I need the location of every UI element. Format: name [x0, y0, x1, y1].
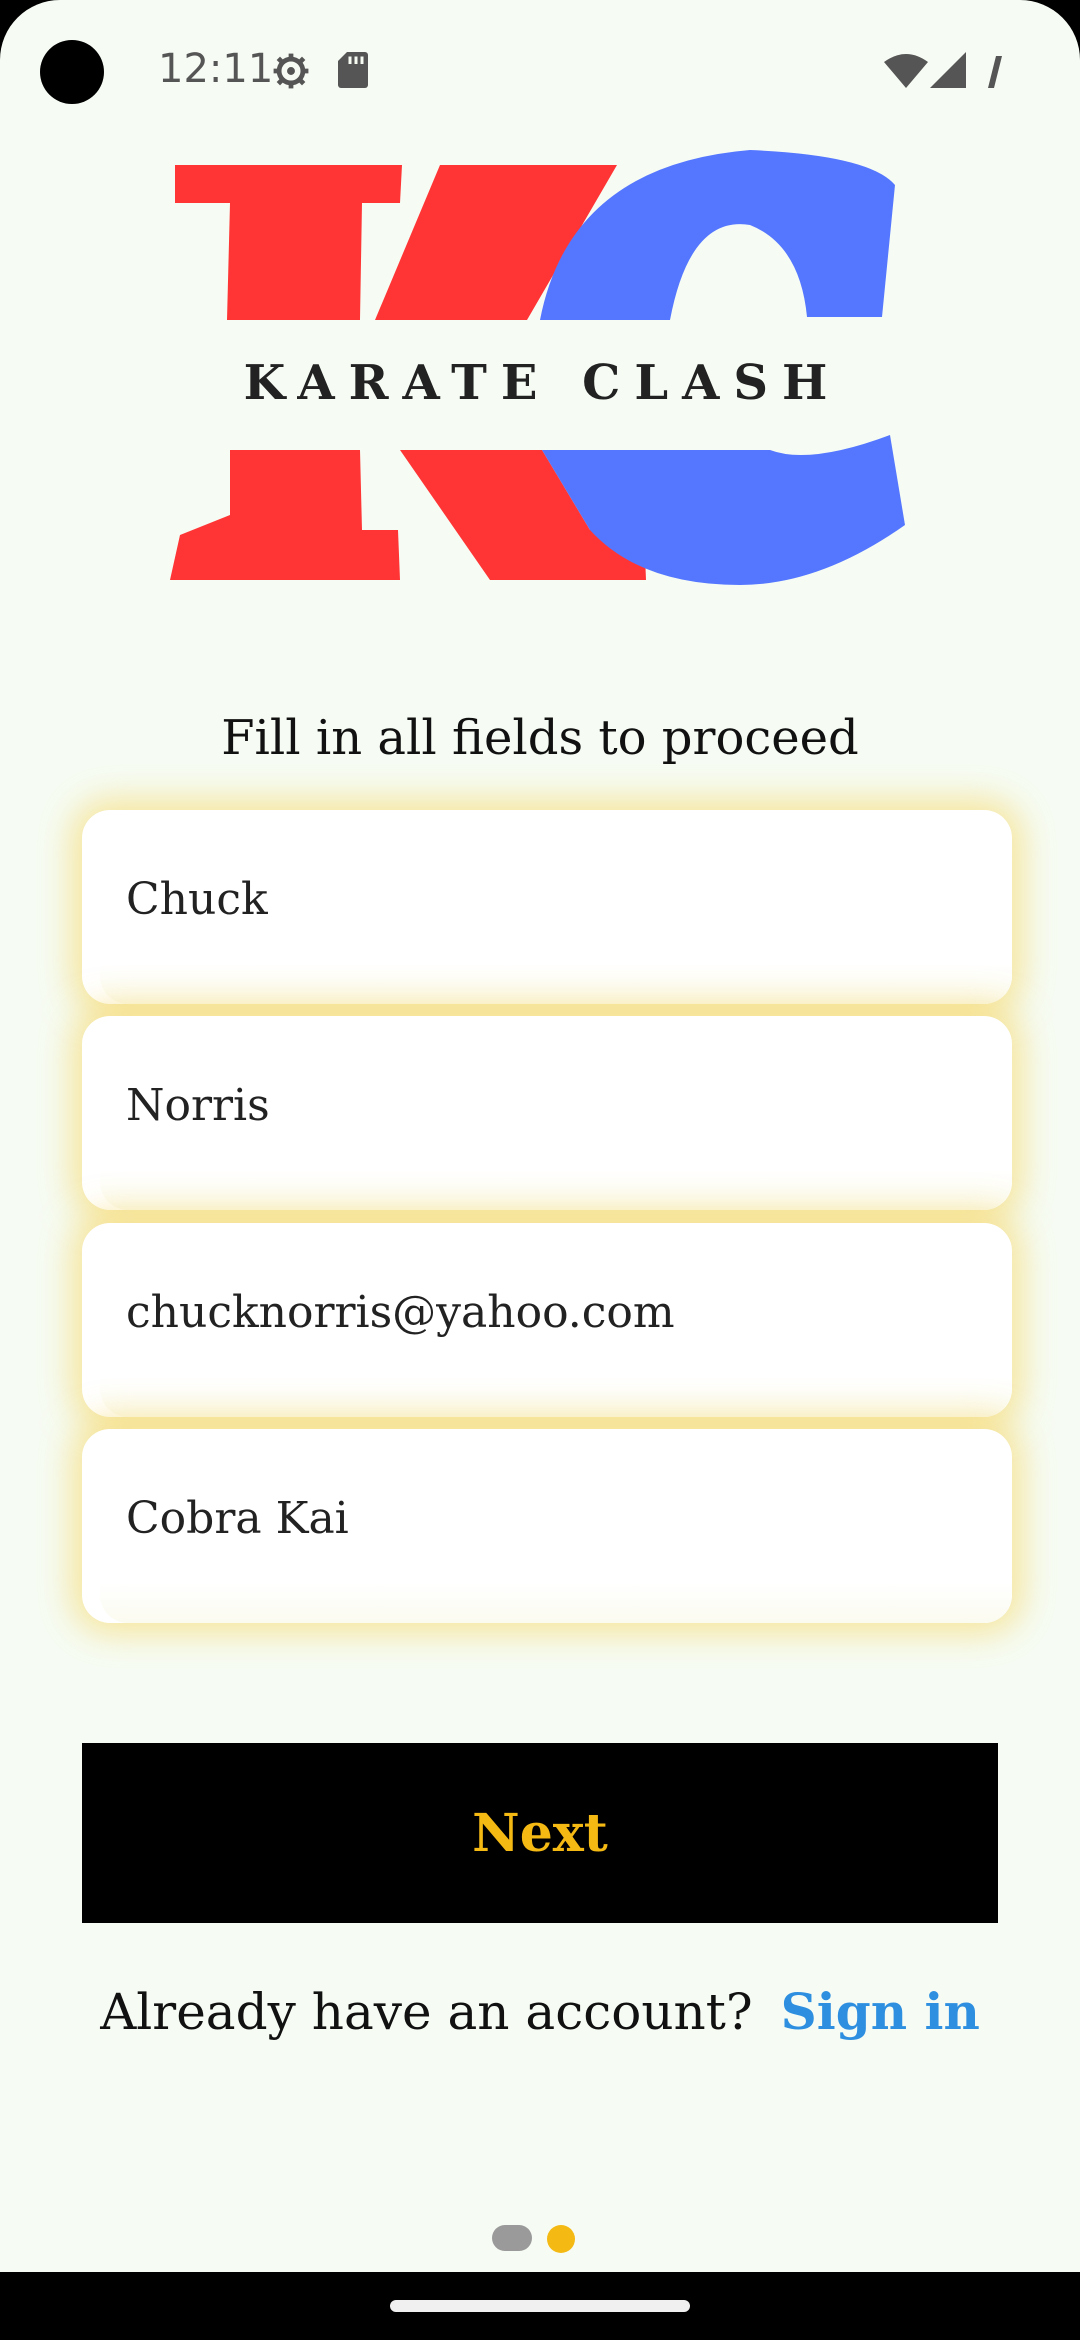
sd-card-icon — [338, 52, 368, 88]
last-name-field[interactable] — [82, 1016, 1012, 1210]
camera-cutout — [40, 40, 104, 104]
signin-prompt: Already have an account? — [100, 1983, 753, 2041]
page-indicator — [0, 2223, 1080, 2253]
status-bar: 12:11 — [0, 0, 1080, 140]
gear-icon — [273, 53, 309, 89]
sign-in-link[interactable]: Sign in — [781, 1982, 980, 2041]
form-instruction: Fill in all fields to proceed — [221, 710, 859, 766]
navigation-bar — [0, 2272, 1080, 2340]
karate-clash-logo: KARATE CLASH — [170, 145, 915, 585]
dojo-field[interactable] — [82, 1429, 1012, 1623]
first-name-field[interactable] — [82, 810, 1012, 1004]
dojo-input[interactable] — [124, 1477, 948, 1559]
signin-row: Already have an account? Sign in — [0, 1982, 1080, 2041]
last-name-input[interactable] — [124, 1064, 948, 1146]
logo-text: KARATE CLASH — [243, 355, 842, 411]
status-time: 12:11 — [158, 46, 274, 92]
page-dot-active — [547, 2225, 575, 2253]
email-input[interactable] — [124, 1271, 948, 1353]
page-dot-inactive — [492, 2225, 532, 2251]
home-indicator[interactable] — [390, 2300, 690, 2312]
signal-icon — [930, 52, 966, 88]
battery-icon — [988, 56, 1002, 88]
wifi-icon — [884, 54, 928, 88]
first-name-input[interactable] — [124, 858, 948, 940]
email-field[interactable] — [82, 1223, 1012, 1417]
next-button[interactable]: Next — [82, 1743, 998, 1923]
